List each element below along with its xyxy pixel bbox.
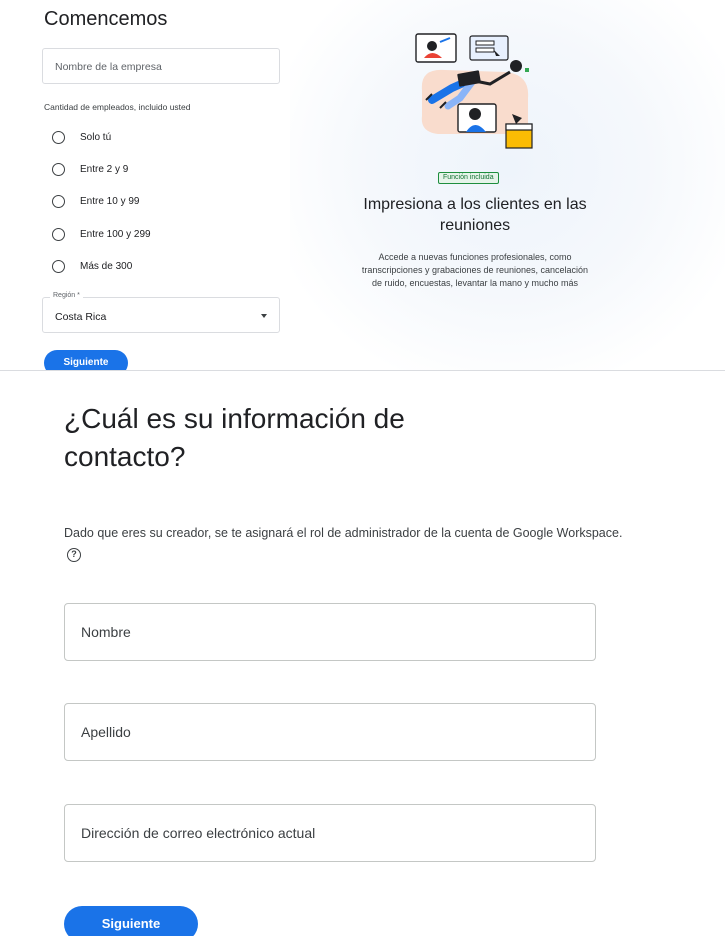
promo-title: Impresiona a los clientes en las reunion… xyxy=(363,196,587,234)
promo-description: Accede a nuevas funciones profesionales,… xyxy=(361,252,589,288)
contact-description-text: Dado que eres su creador, se te asignará… xyxy=(64,526,623,540)
radio-button[interactable] xyxy=(52,162,65,176)
employee-option-solo[interactable]: Solo tú xyxy=(52,128,252,146)
contact-description: Dado que eres su creador, se te asignará… xyxy=(64,524,624,562)
region-label: Región * xyxy=(50,292,83,299)
last-name-placeholder: Apellido xyxy=(81,724,131,740)
next-button-step1[interactable]: Siguiente xyxy=(44,350,128,370)
step-title: Comencemos xyxy=(44,8,168,30)
video-meeting-illustration xyxy=(415,33,533,149)
employee-option-10-99[interactable]: Entre 10 y 99 xyxy=(52,192,252,210)
radio-button[interactable] xyxy=(52,130,65,144)
last-name-input[interactable]: Apellido xyxy=(64,703,596,761)
dropdown-arrow-icon[interactable] xyxy=(261,314,267,318)
employee-option-label: Entre 100 y 299 xyxy=(80,228,151,240)
company-name-input[interactable]: Nombre de la empresa xyxy=(42,48,280,84)
employees-label: Cantidad de empleados, incluido usted xyxy=(44,102,191,112)
included-feature-badge: Función incluida xyxy=(438,172,499,184)
employee-option-label: Solo tú xyxy=(80,131,112,143)
region-value: Costa Rica xyxy=(55,311,107,323)
section-divider xyxy=(0,370,725,371)
next-button[interactable]: Siguiente xyxy=(64,906,198,936)
radio-button[interactable] xyxy=(52,259,65,273)
employee-option-label: Entre 10 y 99 xyxy=(80,195,140,207)
first-name-placeholder: Nombre xyxy=(81,624,131,640)
region-select[interactable]: Costa Rica xyxy=(42,297,280,333)
employee-option-2-9[interactable]: Entre 2 y 9 xyxy=(52,160,252,178)
help-circle-icon[interactable]: ? xyxy=(67,548,81,562)
company-name-placeholder: Nombre de la empresa xyxy=(55,61,162,73)
employee-option-label: Más de 300 xyxy=(80,260,133,272)
radio-button[interactable] xyxy=(52,194,65,208)
employee-option-300-plus[interactable]: Más de 300 xyxy=(52,257,252,275)
employee-option-label: Entre 2 y 9 xyxy=(80,163,129,175)
email-placeholder: Dirección de correo electrónico actual xyxy=(81,825,316,841)
email-input[interactable]: Dirección de correo electrónico actual xyxy=(64,804,596,862)
radio-button[interactable] xyxy=(52,227,65,241)
first-name-input[interactable]: Nombre xyxy=(64,603,596,661)
employee-option-100-299[interactable]: Entre 100 y 299 xyxy=(52,225,252,243)
company-info-step: Comencemos Nombre de la empresa Cantidad… xyxy=(0,0,725,370)
contact-title: ¿Cuál es su información de contacto? xyxy=(64,403,405,472)
